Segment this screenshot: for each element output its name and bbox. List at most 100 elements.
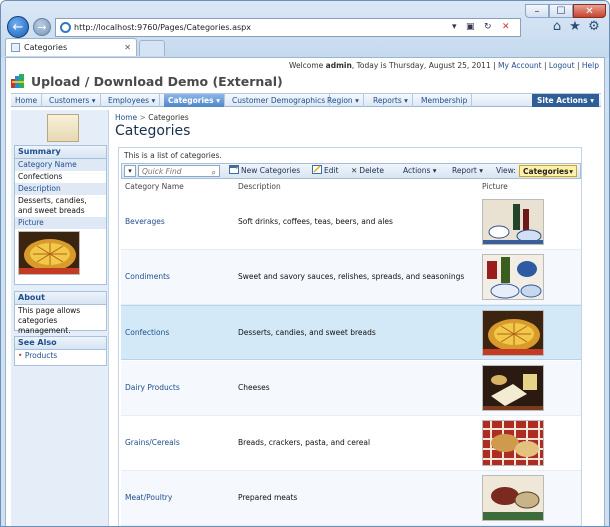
summary-category-name-label: Category Name	[15, 159, 106, 171]
see-also-panel: See Also • Products	[14, 336, 107, 366]
summary-description-label: Description	[15, 183, 106, 195]
chevron-down-icon: ▾	[404, 96, 408, 105]
column-header-category-name[interactable]: Category Name	[125, 180, 184, 194]
toolbar-menu-dropdown[interactable]: ▾	[124, 165, 136, 177]
browser-chrome: – ☐ ✕ ← → http://localhost:9760/Pages/Ca…	[1, 1, 609, 58]
logout-link[interactable]: Logout	[549, 61, 575, 70]
grains-photo-icon	[483, 421, 543, 465]
table-row-selected[interactable]: Confections Desserts, candies, and sweet…	[121, 305, 581, 360]
row-category-name[interactable]: Confections	[125, 328, 169, 337]
row-description: Prepared meats	[238, 493, 298, 502]
summary-picture	[18, 231, 80, 275]
actions-dropdown[interactable]: Actions ▾	[403, 164, 437, 178]
new-tab-button[interactable]	[139, 40, 165, 56]
summary-category-name-value: Confections	[18, 172, 63, 181]
back-button[interactable]: ←	[7, 16, 29, 38]
menu-item-reports[interactable]: Reports ▾	[369, 94, 413, 107]
menu-item-home[interactable]: Home	[11, 94, 43, 107]
about-title: About	[15, 292, 106, 305]
breadcrumb-home[interactable]: Home	[115, 113, 137, 122]
welcome-bar: Welcome admin, Today is Thursday, August…	[288, 61, 599, 70]
breadcrumb-current: Categories	[148, 113, 189, 122]
confections-photo-icon	[483, 311, 543, 355]
site-actions-button[interactable]: Site Actions ▾	[531, 94, 599, 107]
page-description: This is a list of categories.	[124, 151, 222, 160]
forward-button[interactable]: →	[33, 18, 51, 36]
row-category-name[interactable]: Condiments	[125, 272, 170, 281]
browser-window: – ☐ ✕ ← → http://localhost:9760/Pages/Ca…	[0, 0, 610, 527]
menu-item-categories[interactable]: Categories ▾	[164, 94, 225, 107]
row-category-name[interactable]: Beverages	[125, 217, 165, 226]
my-account-link[interactable]: My Account	[498, 61, 542, 70]
welcome-prefix: Welcome	[288, 61, 324, 70]
row-description: Desserts, candies, and sweet breads	[238, 328, 376, 337]
search-dropdown-icon[interactable]: ▾	[452, 19, 457, 36]
chevron-down-icon: ▾	[569, 167, 573, 176]
see-also-products-link[interactable]: • Products	[15, 350, 106, 362]
row-picture	[482, 365, 544, 411]
quick-find-input[interactable]: Quick Find ⌕	[138, 165, 220, 177]
tab-title: Categories	[24, 43, 68, 52]
menu-item-customers[interactable]: Customers ▾	[45, 94, 101, 107]
chevron-down-icon: ▾	[91, 96, 96, 105]
close-tab-icon[interactable]: ✕	[124, 39, 131, 56]
tools-gear-icon[interactable]: ⚙	[586, 19, 602, 35]
bullet-icon: •	[18, 351, 23, 360]
table-row[interactable]: Beverages Soft drinks, coffees, teas, be…	[121, 195, 581, 250]
menu-item-customer-demographics[interactable]: Customer Demographics	[228, 94, 331, 107]
grid-toolbar: ▾ Quick Find ⌕ New Categories Edit ✕ Dele…	[121, 163, 581, 179]
help-link[interactable]: Help	[582, 61, 599, 70]
close-window-button[interactable]: ✕	[573, 4, 606, 18]
column-header-description[interactable]: Description	[238, 180, 281, 194]
welcome-user: admin	[325, 61, 352, 70]
ie-page-icon	[60, 22, 71, 33]
row-picture	[482, 254, 544, 300]
favorites-star-icon[interactable]: ★	[567, 19, 583, 35]
see-also-title: See Also	[15, 337, 106, 350]
table-row[interactable]: Meat/Poultry Prepared meats	[121, 471, 581, 526]
browser-tab[interactable]: Categories ✕	[5, 38, 137, 56]
menu-item-region[interactable]: Region ▾	[323, 94, 364, 107]
content-panel: This is a list of categories. ▾ Quick Fi…	[118, 147, 582, 526]
about-text: This page allows categories management.	[18, 306, 81, 335]
page-viewport: Welcome admin, Today is Thursday, August…	[5, 57, 605, 526]
delete-button[interactable]: ✕ Delete	[351, 164, 384, 178]
delete-x-icon: ✕	[351, 166, 358, 175]
table-row[interactable]: Grains/Cereals Breads, crackers, pasta, …	[121, 416, 581, 471]
row-description: Cheeses	[238, 383, 270, 392]
minimize-button[interactable]: –	[525, 4, 549, 18]
refresh-icon[interactable]: ↻	[484, 19, 492, 36]
tab-page-icon	[11, 43, 20, 52]
table-row[interactable]: Condiments Sweet and savory sauces, reli…	[121, 250, 581, 305]
address-bar[interactable]: http://localhost:9760/Pages/Categories.a…	[55, 18, 521, 37]
table-row[interactable]: Dairy Products Cheeses	[121, 361, 581, 416]
sidebar: Summary Category Name Confections Descri…	[11, 110, 109, 526]
row-picture	[482, 310, 544, 356]
chevron-down-icon: ▾	[216, 96, 220, 105]
condiments-photo-icon	[483, 255, 543, 299]
view-selector[interactable]: Categories ▾	[519, 165, 577, 177]
row-picture	[482, 199, 544, 245]
chevron-down-icon: ▾	[479, 166, 484, 175]
search-icon[interactable]: ⌕	[212, 167, 216, 178]
row-category-name[interactable]: Grains/Cereals	[125, 438, 180, 447]
row-picture	[482, 475, 544, 521]
maximize-button[interactable]: ☐	[549, 4, 573, 18]
breadcrumb: Home > Categories	[115, 113, 189, 122]
home-icon[interactable]: ⌂	[549, 19, 565, 35]
meat-photo-icon	[483, 476, 543, 520]
new-categories-button[interactable]: New Categories	[229, 164, 300, 178]
stop-icon[interactable]: ✕	[502, 19, 510, 36]
row-category-name[interactable]: Meat/Poultry	[125, 493, 172, 502]
row-picture	[482, 420, 544, 466]
column-header-picture[interactable]: Picture	[482, 180, 508, 194]
chevron-down-icon: ▾	[355, 96, 359, 105]
row-category-name[interactable]: Dairy Products	[125, 383, 180, 392]
menu-item-employees[interactable]: Employees ▾	[104, 94, 161, 107]
report-dropdown[interactable]: Report ▾	[452, 164, 483, 178]
summary-title: Summary	[15, 146, 106, 159]
view-label: View:	[496, 166, 516, 175]
menu-item-membership[interactable]: Membership	[417, 94, 473, 107]
edit-button[interactable]: Edit	[312, 164, 339, 178]
compatibility-view-icon[interactable]: ▣	[466, 19, 475, 36]
